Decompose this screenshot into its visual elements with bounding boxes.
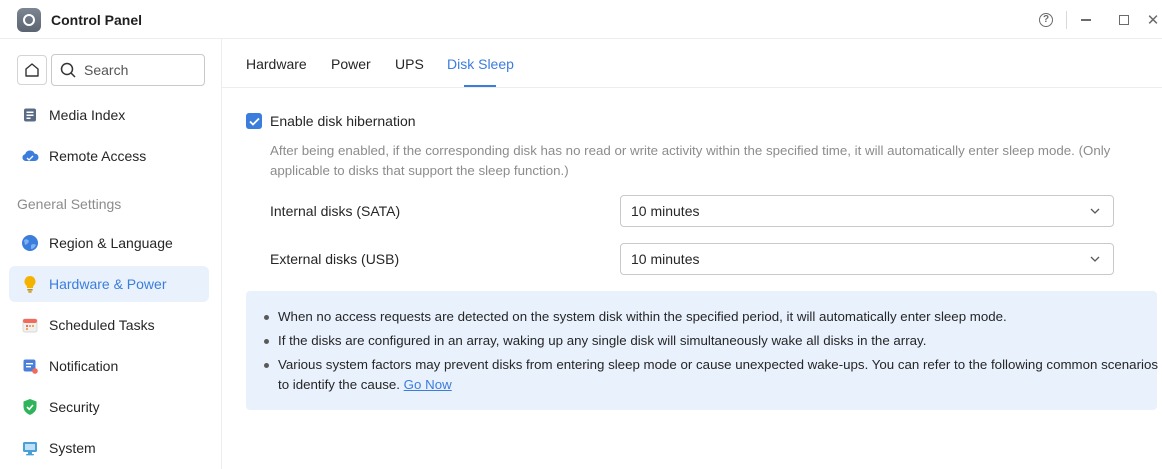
minimize-icon — [1081, 19, 1091, 21]
media-index-icon — [21, 106, 39, 124]
sidebar-item-system[interactable]: System — [9, 430, 209, 466]
sidebar-item-security[interactable]: Security — [9, 389, 209, 425]
globe-icon — [21, 234, 39, 252]
sidebar-item-label: Region & Language — [49, 235, 173, 251]
bullet-icon — [264, 339, 269, 344]
chevron-down-icon — [1090, 208, 1100, 214]
internal-disks-value: 10 minutes — [631, 203, 700, 219]
sidebar-item-remote-access[interactable]: Remote Access — [9, 138, 209, 174]
close-icon: ✕ — [1146, 12, 1160, 29]
external-disks-value: 10 minutes — [631, 251, 700, 267]
internal-disks-label: Internal disks (SATA) — [270, 203, 401, 219]
info-note: Various system factors may prevent disks… — [264, 355, 1158, 395]
active-tab-indicator — [464, 85, 496, 87]
enable-hibernation-label[interactable]: Enable disk hibernation — [270, 113, 416, 129]
sidebar-item-region-language[interactable]: Region & Language — [9, 225, 209, 261]
titlebar-divider — [1066, 11, 1067, 29]
control-panel-logo-icon — [17, 8, 41, 32]
maximize-icon — [1119, 15, 1129, 25]
sidebar-item-label: System — [49, 440, 96, 456]
sidebar-item-media-index[interactable]: Media Index — [9, 97, 209, 133]
go-now-link[interactable]: Go Now — [404, 377, 452, 392]
lightbulb-icon — [21, 275, 39, 293]
sidebar-item-label: Media Index — [49, 107, 126, 123]
internal-disks-select[interactable]: 10 minutes — [620, 195, 1114, 227]
sidebar-item-label: Remote Access — [49, 148, 147, 164]
chevron-down-icon — [1090, 256, 1100, 262]
enable-hibernation-checkbox[interactable] — [246, 113, 262, 129]
external-disks-select[interactable]: 10 minutes — [620, 243, 1114, 275]
maximize-button[interactable] — [1114, 10, 1134, 30]
bullet-icon — [264, 315, 269, 320]
bullet-icon — [264, 363, 269, 368]
external-disks-label: External disks (USB) — [270, 251, 400, 267]
section-label-general-settings: General Settings — [17, 196, 122, 212]
sidebar-item-hardware-power[interactable]: Hardware & Power — [9, 266, 209, 302]
tab-hardware[interactable]: Hardware — [246, 56, 307, 72]
info-note-text: When no access requests are detected on … — [278, 309, 1007, 324]
info-note: If the disks are configured in an array,… — [264, 331, 1158, 351]
shield-icon — [21, 398, 39, 416]
close-button[interactable]: ✕ — [1143, 10, 1162, 30]
search-box[interactable] — [51, 54, 205, 86]
checkmark-icon — [248, 117, 260, 126]
tab-bar: Hardware Power UPS Disk Sleep — [222, 39, 1162, 88]
sidebar: Media Index Remote Access General Settin… — [0, 39, 222, 469]
sidebar-item-label: Scheduled Tasks — [49, 317, 155, 333]
info-note-text: If the disks are configured in an array,… — [278, 333, 927, 348]
title-bar: Control Panel ? ✕ — [0, 0, 1162, 39]
notification-icon — [21, 357, 39, 375]
home-icon — [25, 63, 39, 77]
info-note: When no access requests are detected on … — [264, 307, 1158, 327]
home-button[interactable] — [17, 55, 47, 85]
sidebar-item-label: Hardware & Power — [49, 276, 167, 292]
hibernation-description: After being enabled, if the correspondin… — [270, 143, 1111, 178]
sidebar-item-notification[interactable]: Notification — [9, 348, 209, 384]
info-note-text: Various system factors may prevent disks… — [278, 355, 1158, 395]
search-input[interactable] — [84, 62, 194, 78]
info-notes-box: When no access requests are detected on … — [246, 291, 1158, 410]
help-icon: ? — [1039, 13, 1053, 27]
monitor-icon — [21, 439, 39, 457]
sidebar-item-label: Notification — [49, 358, 119, 374]
tab-power[interactable]: Power — [331, 56, 371, 72]
search-icon — [60, 62, 76, 78]
help-button[interactable]: ? — [1036, 10, 1056, 30]
minimize-button[interactable] — [1076, 10, 1096, 30]
tab-disk-sleep[interactable]: Disk Sleep — [447, 56, 514, 72]
calendar-icon — [21, 316, 39, 334]
sidebar-item-scheduled-tasks[interactable]: Scheduled Tasks — [9, 307, 209, 343]
cloud-icon — [21, 147, 39, 165]
sidebar-item-label: Security — [49, 399, 100, 415]
tab-ups[interactable]: UPS — [395, 56, 424, 72]
window-title: Control Panel — [51, 12, 143, 28]
